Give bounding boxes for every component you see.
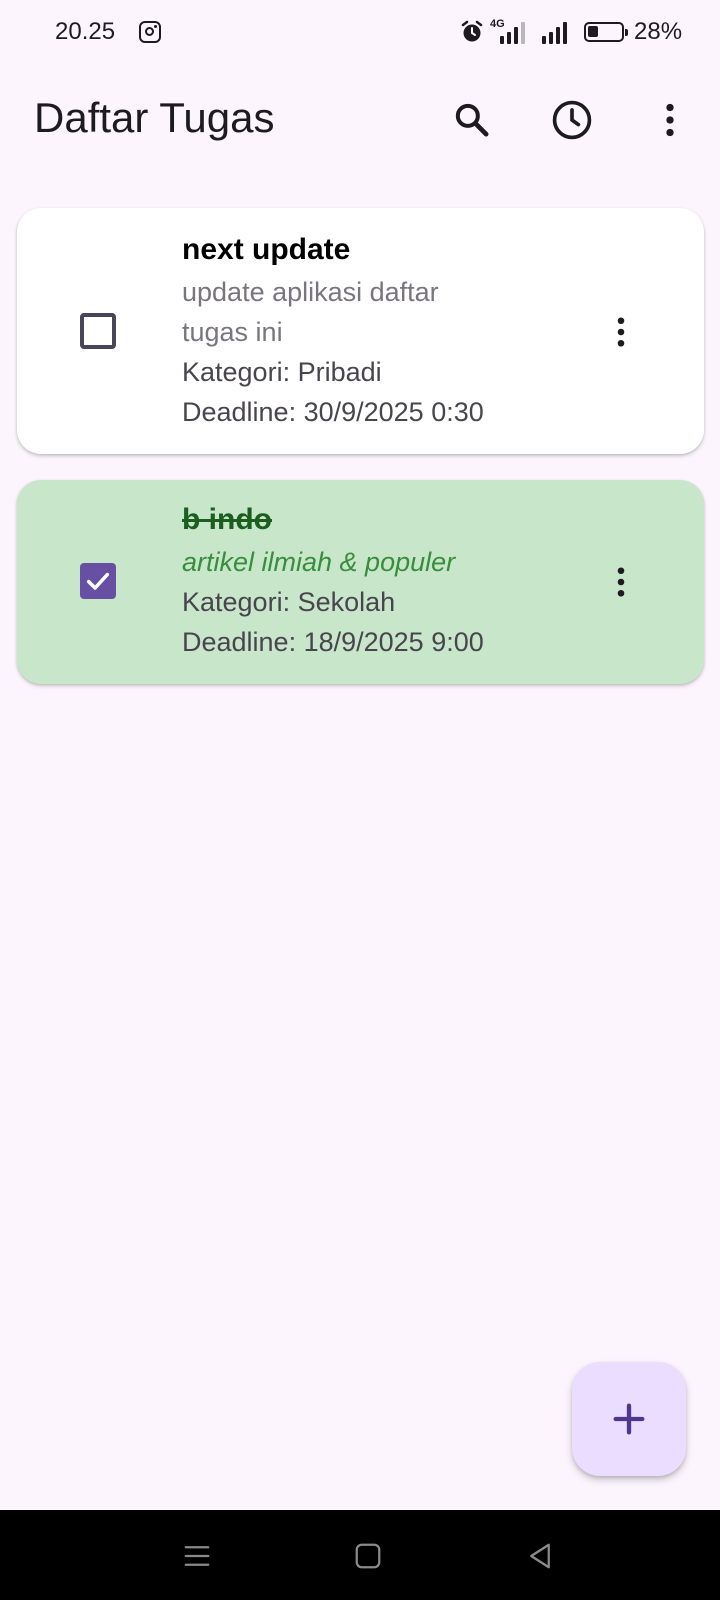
task-checkbox[interactable] bbox=[80, 313, 116, 349]
task-more-button[interactable] bbox=[589, 550, 653, 614]
history-icon bbox=[552, 100, 592, 140]
battery-icon bbox=[584, 22, 628, 42]
history-button[interactable] bbox=[540, 88, 604, 152]
task-content: next update update aplikasi daftar tugas… bbox=[182, 230, 512, 432]
status-bar: 20.25 4G 28% bbox=[0, 0, 720, 64]
recents-button[interactable] bbox=[175, 1534, 219, 1578]
task-content: b indo artikel ilmiah & populer Kategori… bbox=[182, 500, 484, 662]
home-icon bbox=[355, 1543, 381, 1569]
search-button[interactable] bbox=[440, 88, 504, 152]
task-deadline: Deadline: 30/9/2025 0:30 bbox=[182, 397, 484, 427]
task-category: Kategori: Pribadi bbox=[182, 357, 382, 387]
instagram-icon bbox=[139, 21, 161, 43]
task-description: update aplikasi daftar tugas ini bbox=[182, 277, 439, 347]
status-time: 20.25 bbox=[55, 18, 116, 45]
home-button[interactable] bbox=[346, 1534, 390, 1578]
menu-icon bbox=[184, 1546, 210, 1566]
task-title: b indo bbox=[182, 503, 272, 536]
back-icon bbox=[530, 1543, 550, 1569]
signal-icon-2 bbox=[542, 22, 567, 44]
battery-percent: 28% bbox=[634, 18, 683, 45]
check-icon bbox=[86, 572, 110, 590]
task-checkbox[interactable] bbox=[80, 563, 116, 599]
more-vert-icon bbox=[666, 103, 674, 137]
task-category: Kategori: Sekolah bbox=[182, 587, 396, 617]
task-description: artikel ilmiah & populer bbox=[182, 547, 456, 577]
add-task-button[interactable] bbox=[572, 1362, 686, 1476]
more-vert-icon bbox=[617, 567, 625, 597]
task-deadline: Deadline: 18/9/2025 9:00 bbox=[182, 627, 484, 657]
add-icon bbox=[613, 1403, 645, 1435]
alarm-icon bbox=[461, 20, 483, 42]
task-more-button[interactable] bbox=[589, 300, 653, 364]
back-button[interactable] bbox=[518, 1534, 562, 1578]
signal-icon bbox=[500, 22, 525, 44]
task-card[interactable]: b indo artikel ilmiah & populer Kategori… bbox=[17, 480, 704, 684]
system-nav-bar bbox=[0, 1510, 720, 1600]
more-vert-icon bbox=[617, 317, 625, 347]
app-bar: Daftar Tugas bbox=[0, 64, 720, 176]
search-icon bbox=[455, 103, 489, 137]
more-options-button[interactable] bbox=[638, 88, 702, 152]
task-title: next update bbox=[182, 233, 351, 266]
page-title: Daftar Tugas bbox=[34, 94, 275, 141]
task-card[interactable]: next update update aplikasi daftar tugas… bbox=[17, 208, 704, 454]
